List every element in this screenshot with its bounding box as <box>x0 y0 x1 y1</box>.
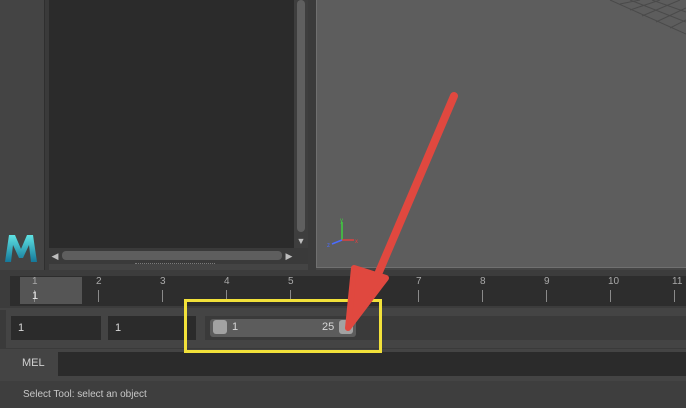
time-tick <box>674 290 675 302</box>
time-tick <box>610 290 611 302</box>
time-tick-label: 8 <box>480 276 486 287</box>
time-tick-label: 10 <box>608 276 620 287</box>
time-tick-label: 5 <box>288 276 294 287</box>
current-frame-number: 1 <box>32 290 39 302</box>
time-tick <box>98 290 99 302</box>
start-time-field[interactable]: 1 <box>11 316 101 340</box>
scroll-left-arrow-icon[interactable]: ◀ <box>50 251 60 261</box>
maya-logo-icon <box>5 235 37 262</box>
scroll-down-arrow-icon[interactable]: ▼ <box>296 236 306 246</box>
panel-divider[interactable] <box>308 0 316 270</box>
time-tick-label: 3 <box>160 276 166 287</box>
svg-text:z: z <box>327 243 330 248</box>
time-tick <box>546 290 547 302</box>
animation-start-time-field[interactable]: 1 <box>108 316 196 340</box>
outliner-panel[interactable] <box>49 0 294 248</box>
annotation-arrow <box>345 92 458 331</box>
help-line-text: Select Tool: select an object <box>23 389 147 400</box>
outliner-horizontal-scroll-thumb[interactable] <box>62 251 282 260</box>
scroll-right-arrow-icon[interactable]: ▶ <box>284 251 294 261</box>
time-tick-label: 2 <box>96 276 102 287</box>
viewport-grid <box>609 0 686 35</box>
outliner-vertical-scroll-thumb[interactable] <box>297 0 305 232</box>
time-tick <box>162 290 163 302</box>
left-toolbar-strip <box>0 0 44 270</box>
time-tick-label: 9 <box>544 276 550 287</box>
time-tick-label: 11 <box>672 276 683 287</box>
time-tick <box>482 290 483 302</box>
time-tick-label: 4 <box>224 276 230 287</box>
panel-resize-grip[interactable] <box>135 263 215 266</box>
current-frame-marker[interactable] <box>20 277 82 304</box>
time-tick-label: 1 <box>32 276 38 287</box>
command-line-input[interactable] <box>58 352 686 376</box>
command-language-label[interactable]: MEL <box>22 357 45 369</box>
